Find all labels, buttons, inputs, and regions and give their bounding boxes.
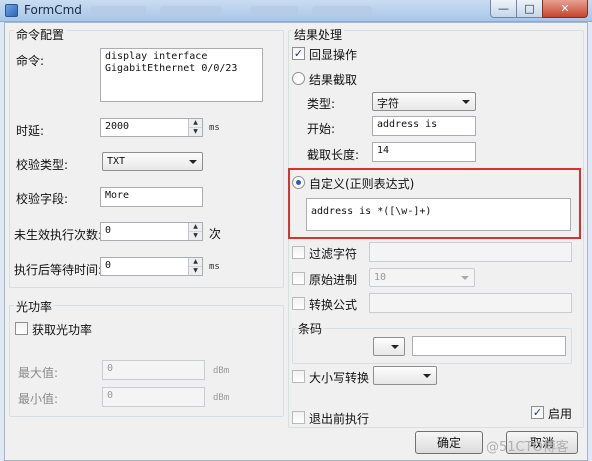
command-config-title: 命令配置 bbox=[14, 26, 67, 43]
command-label: 命令: bbox=[16, 54, 45, 68]
custom-regex-input[interactable]: address is *([\w-]+) bbox=[306, 198, 571, 231]
wait-label: 执行后等待时间: bbox=[14, 263, 103, 277]
formula-input[interactable] bbox=[369, 293, 572, 313]
retry-spin-buttons[interactable]: ▲ ▼ bbox=[188, 223, 202, 240]
command-textarea[interactable]: display interface GigabitEthernet 0/0/23 bbox=[100, 48, 263, 102]
formula-label: 转换公式 bbox=[309, 298, 358, 312]
filter-checkbox[interactable] bbox=[292, 246, 305, 259]
chevron-down-icon bbox=[423, 374, 431, 378]
window-title: FormCmd bbox=[24, 3, 82, 17]
wait-spin-buttons[interactable]: ▲ ▼ bbox=[188, 258, 202, 275]
maximize-icon: □ bbox=[524, 2, 535, 15]
raw-radix-select[interactable]: 10 bbox=[369, 268, 475, 287]
chevron-down-icon bbox=[391, 345, 399, 349]
optical-power-title: 光功率 bbox=[14, 298, 55, 315]
barcode-select[interactable] bbox=[373, 337, 405, 356]
max-unit: dBm bbox=[213, 366, 230, 376]
enable-label: 启用 bbox=[548, 407, 573, 421]
spin-up-icon[interactable]: ▲ bbox=[189, 258, 202, 267]
blurred-tab bbox=[250, 6, 298, 15]
delay-label: 时延: bbox=[16, 124, 45, 138]
barcode-title: 条码 bbox=[296, 320, 325, 337]
blurred-tab bbox=[312, 6, 372, 15]
spin-up-icon[interactable]: ▲ bbox=[189, 119, 202, 128]
wait-input[interactable]: 0 bbox=[101, 258, 189, 275]
max-input[interactable]: 0 bbox=[102, 360, 205, 380]
spin-down-icon[interactable]: ▼ bbox=[189, 128, 202, 137]
spin-down-icon[interactable]: ▼ bbox=[189, 232, 202, 241]
exit-exec-checkbox[interactable] bbox=[292, 411, 305, 424]
start-input[interactable]: address is bbox=[372, 116, 476, 136]
blurred-tab bbox=[90, 6, 146, 15]
wait-unit: ms bbox=[209, 262, 220, 272]
check-type-value: TXT bbox=[107, 156, 126, 167]
raw-radix-value: 10 bbox=[374, 272, 387, 283]
maximize-button[interactable]: □ bbox=[516, 0, 543, 18]
min-unit: dBm bbox=[213, 393, 230, 403]
case-checkbox[interactable] bbox=[292, 370, 305, 383]
blurred-tab bbox=[160, 6, 222, 15]
formula-checkbox[interactable] bbox=[292, 297, 305, 310]
filter-input[interactable] bbox=[369, 242, 572, 262]
raw-radix-checkbox[interactable] bbox=[292, 272, 305, 285]
close-button[interactable]: ✕ bbox=[542, 0, 588, 18]
get-power-label: 获取光功率 bbox=[32, 323, 93, 337]
raw-radix-label: 原始进制 bbox=[309, 273, 358, 287]
retry-unit: 次 bbox=[209, 227, 222, 241]
retry-input[interactable]: 0 bbox=[101, 223, 189, 240]
min-label: 最小值: bbox=[18, 392, 59, 406]
spin-down-icon[interactable]: ▼ bbox=[189, 267, 202, 276]
filter-label: 过滤字符 bbox=[309, 247, 358, 261]
check-type-label: 校验类型: bbox=[16, 158, 69, 172]
retry-label: 未生效执行次数: bbox=[14, 228, 103, 242]
chevron-down-icon bbox=[461, 276, 469, 280]
title-bar: FormCmd — □ ✕ bbox=[0, 0, 592, 22]
barcode-input[interactable] bbox=[412, 336, 566, 356]
length-label: 截取长度: bbox=[307, 148, 360, 162]
check-field-label: 校验字段: bbox=[16, 192, 69, 206]
delay-unit: ms bbox=[209, 123, 220, 133]
watermark: @51CTO博客 bbox=[486, 440, 569, 455]
custom-label: 自定义(正则表达式) bbox=[309, 177, 415, 191]
result-title: 结果处理 bbox=[292, 26, 345, 43]
type-select[interactable]: 字符 bbox=[372, 92, 476, 111]
case-select[interactable] bbox=[373, 366, 437, 385]
check-icon: ✓ bbox=[293, 47, 304, 60]
echo-label: 回显操作 bbox=[309, 48, 358, 62]
check-field-input[interactable]: More bbox=[100, 187, 203, 207]
close-icon: ✕ bbox=[560, 2, 570, 15]
max-label: 最大值: bbox=[18, 366, 59, 380]
wait-spinner[interactable]: 0 ▲ ▼ bbox=[100, 257, 203, 276]
enable-checkbox[interactable]: ✓ bbox=[531, 406, 544, 419]
custom-radio[interactable] bbox=[292, 176, 305, 189]
echo-checkbox[interactable]: ✓ bbox=[292, 47, 305, 60]
delay-spinner[interactable]: 2000 ▲ ▼ bbox=[100, 118, 203, 137]
check-icon: ✓ bbox=[532, 406, 543, 419]
get-power-checkbox[interactable] bbox=[15, 322, 28, 335]
exit-exec-label: 退出前执行 bbox=[309, 412, 370, 426]
chevron-down-icon bbox=[189, 160, 197, 164]
ok-button[interactable]: 确定 bbox=[415, 431, 483, 454]
retry-spinner[interactable]: 0 ▲ ▼ bbox=[100, 222, 203, 241]
intercept-radio[interactable] bbox=[292, 72, 305, 85]
length-input[interactable]: 14 bbox=[372, 142, 476, 162]
delay-spin-buttons[interactable]: ▲ ▼ bbox=[188, 119, 202, 136]
start-label: 开始: bbox=[307, 122, 336, 136]
spin-up-icon[interactable]: ▲ bbox=[189, 223, 202, 232]
app-icon bbox=[5, 4, 18, 17]
minimize-button[interactable]: — bbox=[490, 0, 517, 18]
intercept-label: 结果截取 bbox=[309, 73, 358, 87]
delay-input[interactable]: 2000 bbox=[101, 119, 189, 136]
min-input[interactable]: 0 bbox=[102, 387, 205, 407]
check-type-select[interactable]: TXT bbox=[102, 152, 203, 171]
minimize-icon: — bbox=[498, 2, 509, 15]
type-label: 类型: bbox=[307, 97, 336, 111]
chevron-down-icon bbox=[462, 100, 470, 104]
type-value: 字符 bbox=[377, 97, 399, 110]
case-label: 大小写转换 bbox=[309, 371, 370, 385]
